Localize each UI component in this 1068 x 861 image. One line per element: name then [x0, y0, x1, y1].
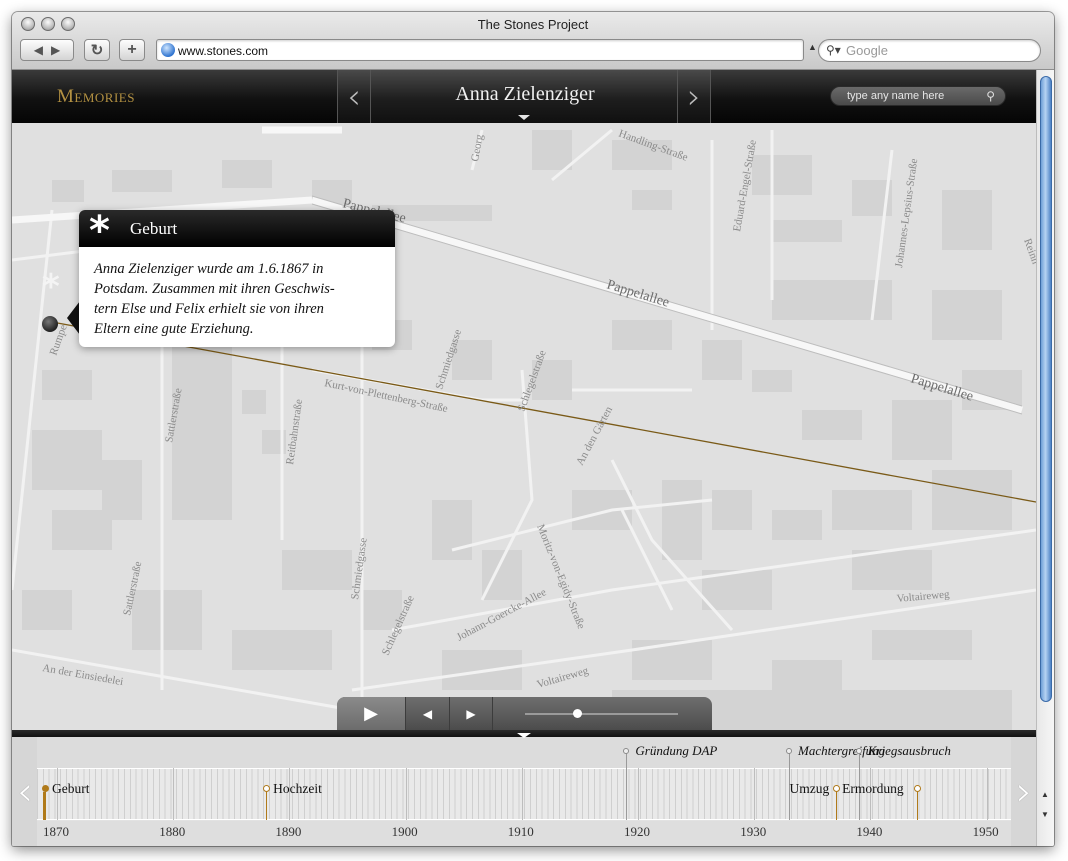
decade-gridline	[638, 768, 639, 820]
asterisk-icon: *	[89, 208, 110, 254]
url-text[interactable]: www.stones.com	[178, 44, 268, 58]
playback-slider-track[interactable]	[525, 713, 678, 715]
popup-header: * Geburt	[79, 210, 395, 251]
name-search-placeholder: type any name here	[847, 90, 945, 102]
timeline-divider	[12, 730, 1036, 738]
timeline-scroll-right-button[interactable]: ›	[1011, 737, 1036, 846]
play-icon: ▶	[364, 703, 378, 723]
search-icon: ⚲▾	[826, 43, 841, 57]
year-label: 1910	[507, 824, 534, 839]
year-label: 1890	[275, 824, 302, 839]
next-icon: ▶	[466, 706, 476, 721]
scroll-down-icon[interactable]: ▼	[1041, 810, 1049, 819]
url-dropdown-icon[interactable]: ▲	[808, 42, 817, 52]
decade-gridline	[986, 768, 988, 820]
year-label: 1940	[856, 824, 883, 839]
personal-event-marker[interactable]	[832, 785, 840, 792]
year-label: 1870	[43, 824, 69, 839]
add-bookmark-button[interactable]: +	[119, 39, 145, 61]
year-label: 1880	[159, 824, 186, 839]
popup-text-line: Anna Zielenziger wurde am 1.6.1867 in	[94, 261, 324, 277]
previous-person-button[interactable]: ‹	[338, 70, 371, 123]
timeline[interactable]: ‹ › 1870 1880 1890 1900 1910 1920 1930 1940 1950…	[12, 730, 1036, 846]
personal-event-stem	[835, 790, 837, 820]
back-forward-buttons[interactable]: ◀ ▶	[20, 39, 74, 61]
active-event-indicator	[43, 792, 46, 820]
map-canvas[interactable]: Pappelallee Pappelallee Pappelallee Kurt…	[12, 70, 1036, 730]
google-search-placeholder: Google	[846, 43, 888, 58]
decade-gridline	[754, 768, 756, 820]
next-person-button[interactable]: ›	[677, 70, 710, 123]
timeline-scroll-left-button[interactable]: ‹	[12, 737, 37, 846]
url-bar[interactable]: www.stones.com	[156, 39, 804, 61]
year-label: 1900	[391, 824, 418, 839]
google-search-field[interactable]: ⚲▾ Google	[818, 39, 1041, 62]
personal-event-label[interactable]: Ermordung	[842, 781, 904, 797]
personal-event-marker[interactable]	[913, 785, 921, 792]
chevron-down-icon	[517, 733, 531, 738]
scroll-up-icon[interactable]: ▲	[1041, 790, 1049, 799]
historical-event-label[interactable]: Gründung DAP	[635, 743, 717, 759]
previous-icon: ◀	[422, 706, 433, 721]
event-popup: * Geburt Anna Zielenziger wurde am 1.6.1…	[79, 210, 395, 347]
person-name: Anna Zielenziger	[455, 83, 595, 105]
page-scrollbar[interactable]: ▲ ▼	[1036, 70, 1054, 846]
historical-event-marker	[786, 748, 793, 754]
chevron-right-icon: ›	[687, 76, 701, 117]
street-map[interactable]: Pappelallee Pappelallee Pappelallee Kurt…	[12, 70, 1036, 730]
memories-link[interactable]: Memories	[57, 86, 135, 108]
decade-gridline	[521, 768, 523, 820]
historical-event-stem	[626, 752, 628, 820]
next-event-button[interactable]: ▶	[449, 697, 493, 730]
decade-gridline	[173, 768, 175, 820]
reload-button[interactable]: ↻	[84, 39, 110, 61]
browser-window: The Stones Project ◀ ▶ ↻ + www.stones.co…	[12, 12, 1054, 846]
window-title: The Stones Project	[477, 17, 589, 32]
historical-event-label[interactable]: Kriegsausbruch	[868, 743, 951, 759]
popup-text: Anna Zielenziger wurde am 1.6.1867 in Po…	[94, 259, 384, 339]
search-icon[interactable]: ⚲	[986, 89, 995, 103]
popup-text-line: tern Else und Felix erhielt sie von ihre…	[94, 301, 324, 317]
name-search-input[interactable]: type any name here ⚲	[830, 86, 1006, 106]
asterisk-icon: *	[42, 267, 60, 307]
person-navigator: ‹ Anna Zielenziger ›	[337, 70, 711, 123]
chevron-right-icon: ›	[1016, 769, 1032, 815]
app-header: Memories ‹ Anna Zielenziger › type any n…	[12, 70, 1036, 123]
popup-text-line: Eltern eine gute Erziehung.	[94, 321, 254, 337]
browser-toolbar: The Stones Project ◀ ▶ ↻ + www.stones.co…	[12, 12, 1054, 70]
playback-slider-handle[interactable]	[573, 709, 582, 718]
reload-icon: ↻	[90, 42, 104, 59]
year-label: 1930	[740, 824, 767, 839]
scrollbar-thumb[interactable]	[1040, 76, 1052, 702]
popup-text-line: Potsdam. Zusammen mit ihren Geschwis-	[94, 281, 335, 297]
globe-icon	[161, 43, 175, 57]
play-button[interactable]: ▶	[337, 697, 405, 730]
chevron-down-icon[interactable]	[518, 115, 530, 120]
personal-event-label[interactable]: Hochzeit	[273, 781, 322, 797]
popup-title: Geburt	[130, 219, 178, 238]
personal-event-marker[interactable]	[42, 785, 49, 792]
chevron-left-icon: ‹	[17, 769, 33, 815]
playback-controls: ▶ ◀ ▶	[337, 697, 712, 730]
personal-event-stem	[916, 790, 918, 820]
birth-location-marker[interactable]	[42, 316, 58, 332]
page-viewport: Pappelallee Pappelallee Pappelallee Kurt…	[12, 70, 1036, 846]
year-label: 1950	[972, 824, 999, 839]
chevron-left-icon: ‹	[347, 76, 361, 117]
personal-event-stem	[266, 790, 268, 820]
year-label: 1920	[624, 824, 650, 839]
plus-icon: +	[127, 41, 137, 58]
historical-event-marker	[855, 748, 862, 754]
personal-event-label[interactable]: Umzug	[790, 781, 830, 797]
decade-gridline	[405, 768, 407, 820]
personal-event-label[interactable]: Geburt	[52, 781, 90, 797]
forward-arrow-icon[interactable]: ▶	[51, 43, 60, 57]
back-arrow-icon[interactable]: ◀	[34, 43, 43, 57]
previous-event-button[interactable]: ◀	[405, 697, 449, 730]
